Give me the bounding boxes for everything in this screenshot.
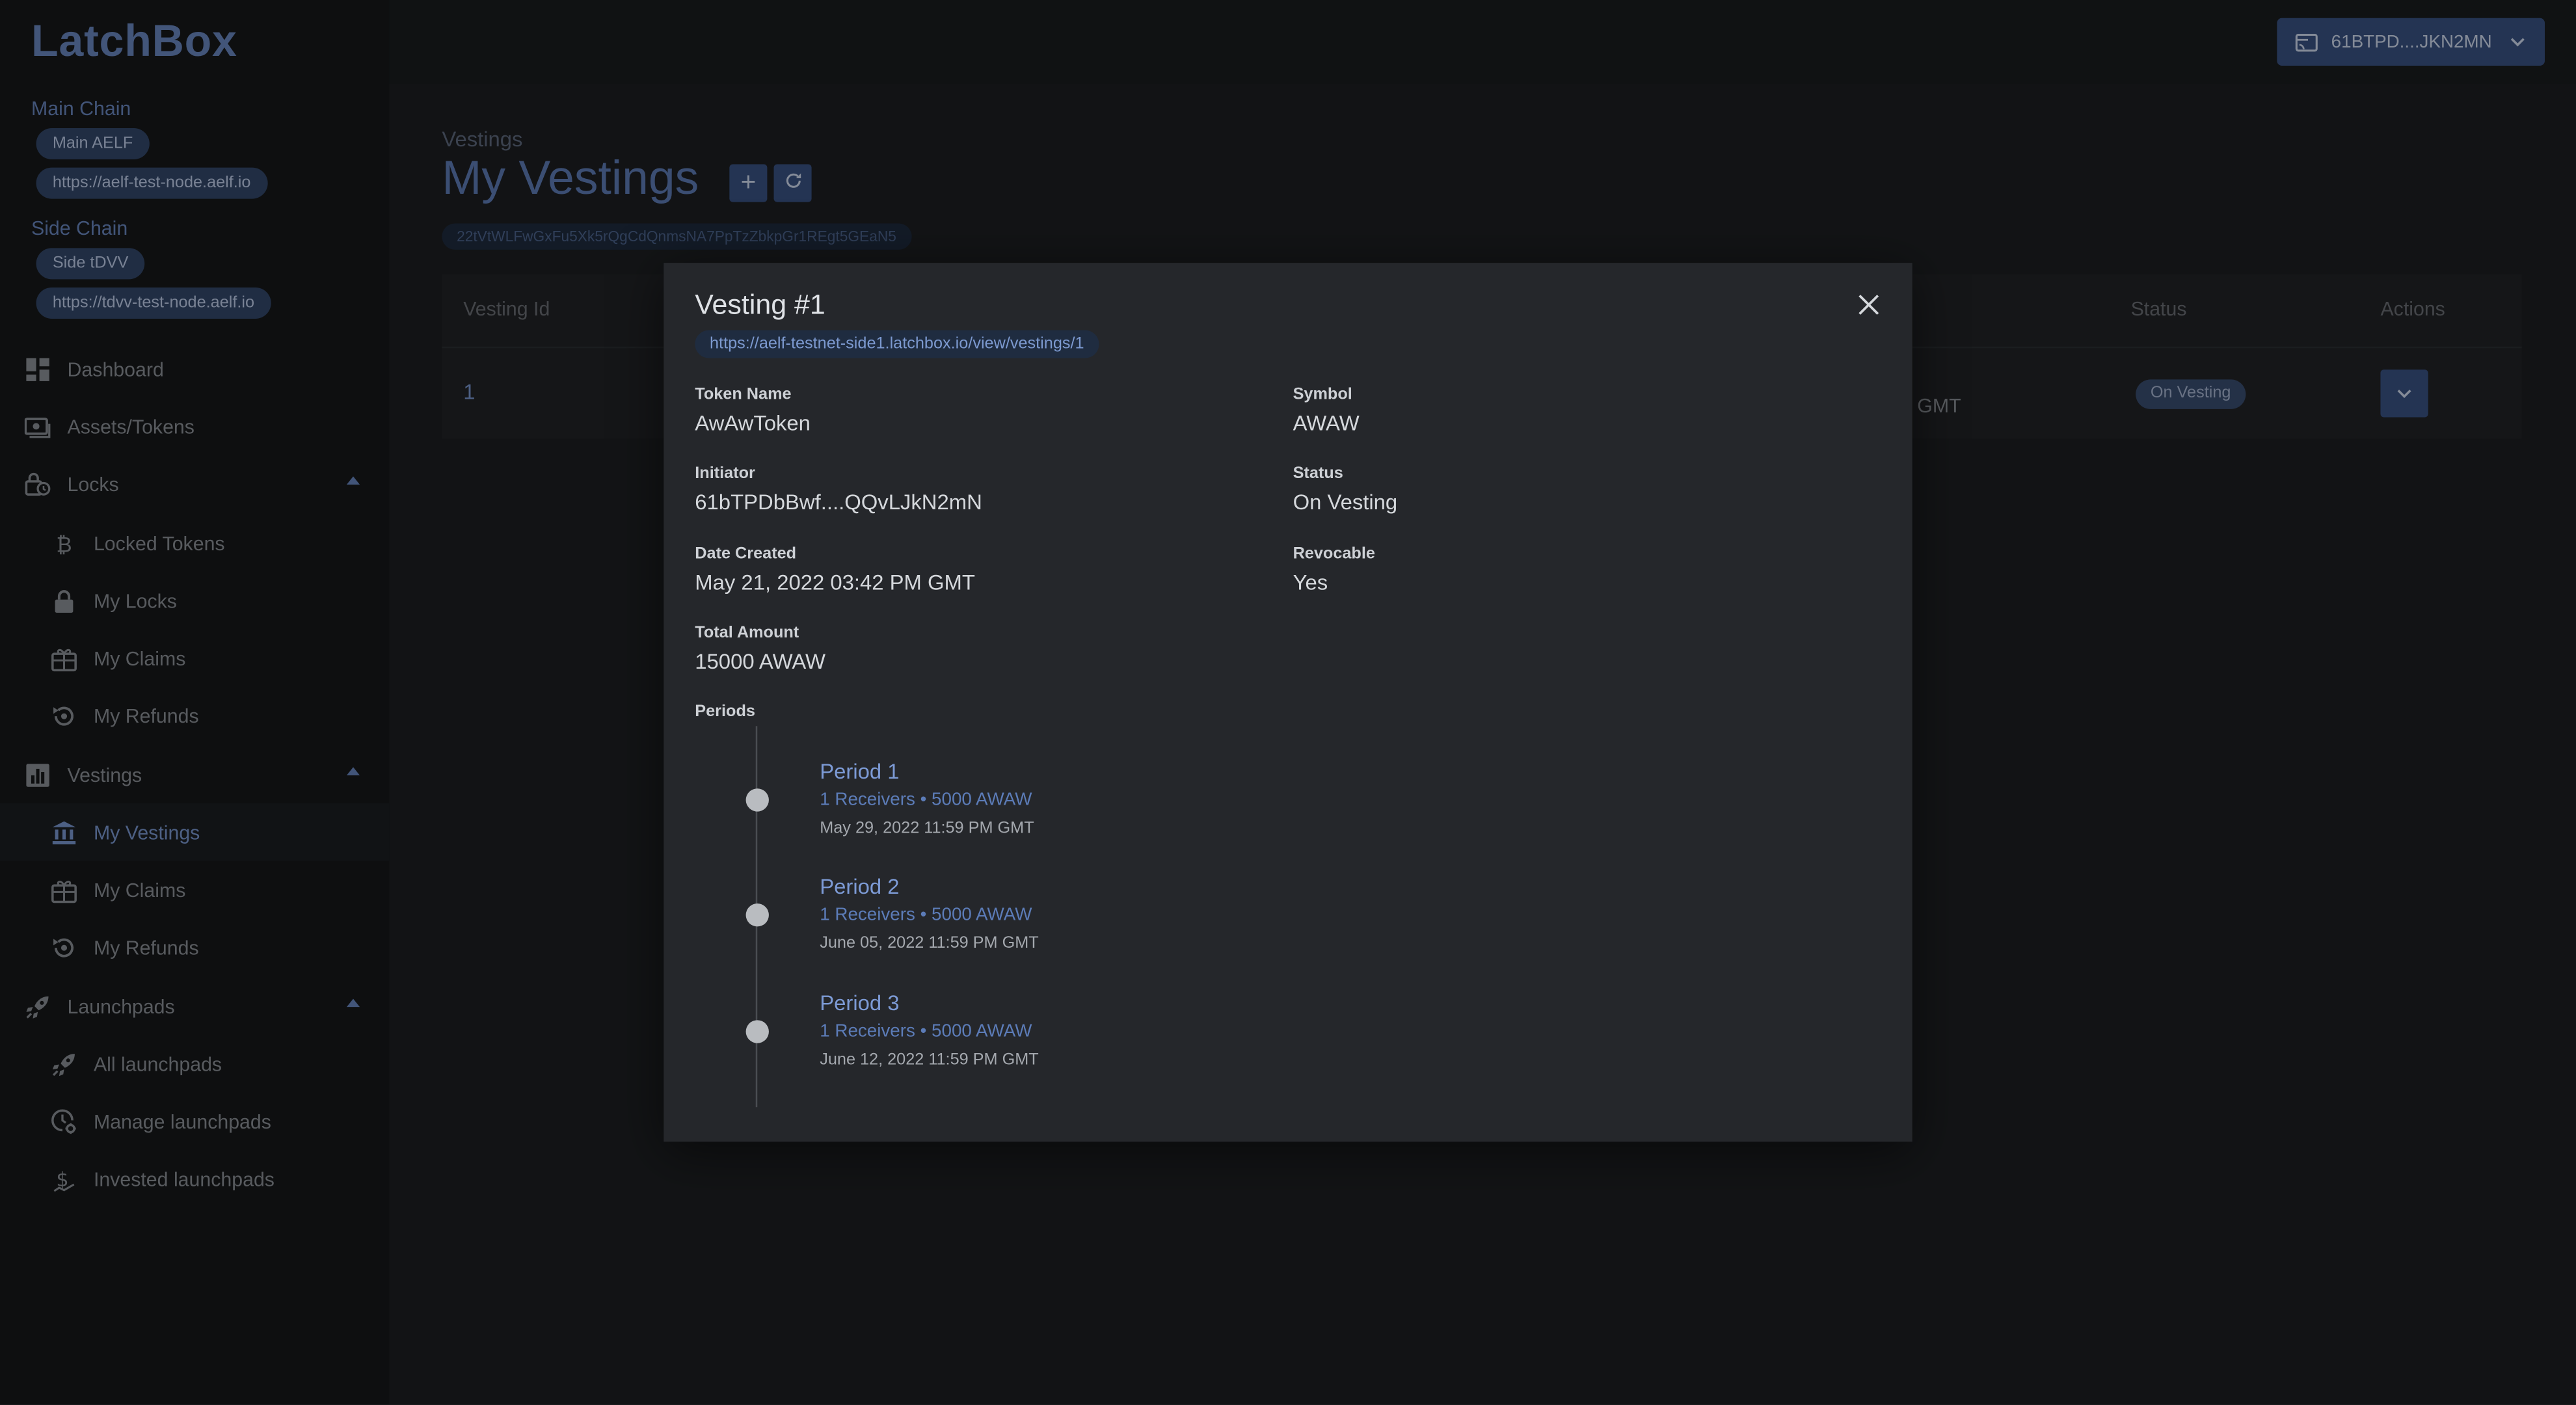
date-created-label: Date Created bbox=[695, 545, 797, 564]
close-button[interactable] bbox=[1853, 289, 1883, 318]
revocable-value: Yes bbox=[1293, 570, 1328, 595]
total-amount-label: Total Amount bbox=[695, 624, 799, 643]
symbol-label: Symbol bbox=[1293, 386, 1352, 405]
period-title[interactable]: Period 3 bbox=[820, 991, 899, 1015]
vesting-url-chip[interactable]: https://aelf-testnet-side1.latchbox.io/v… bbox=[695, 330, 1099, 358]
modal-title: Vesting #1 bbox=[695, 289, 825, 321]
total-amount-value: 15000 AWAW bbox=[695, 649, 826, 674]
period-title[interactable]: Period 1 bbox=[820, 759, 899, 784]
status-label: Status bbox=[1293, 464, 1343, 483]
period-date: June 12, 2022 11:59 PM GMT bbox=[820, 1051, 1039, 1070]
period-date: June 05, 2022 11:59 PM GMT bbox=[820, 935, 1039, 953]
date-created-value: May 21, 2022 03:42 PM GMT bbox=[695, 570, 975, 595]
period-date: May 29, 2022 11:59 PM GMT bbox=[820, 820, 1034, 838]
token-name-value: AwAwToken bbox=[695, 410, 811, 436]
token-name-label: Token Name bbox=[695, 386, 792, 405]
timeline-dot-icon bbox=[745, 1020, 769, 1043]
symbol-value: AWAW bbox=[1293, 410, 1360, 436]
status-value: On Vesting bbox=[1293, 489, 1398, 515]
timeline-dot-icon bbox=[745, 903, 769, 927]
period-title[interactable]: Period 2 bbox=[820, 874, 899, 899]
periods-label: Periods bbox=[695, 702, 755, 721]
period-summary: 1 Receivers • 5000 AWAW bbox=[820, 1021, 1032, 1042]
initiator-value: 61bTPDbBwf....QQvLJkN2mN bbox=[695, 489, 982, 515]
app-root: LatchBox Main Chain Main AELF https://ae… bbox=[0, 0, 2576, 1405]
initiator-label: Initiator bbox=[695, 464, 755, 483]
close-icon bbox=[1858, 293, 1878, 314]
period-summary: 1 Receivers • 5000 AWAW bbox=[820, 790, 1032, 810]
timeline-dot-icon bbox=[745, 788, 769, 812]
period-summary: 1 Receivers • 5000 AWAW bbox=[820, 905, 1032, 925]
revocable-label: Revocable bbox=[1293, 545, 1375, 564]
